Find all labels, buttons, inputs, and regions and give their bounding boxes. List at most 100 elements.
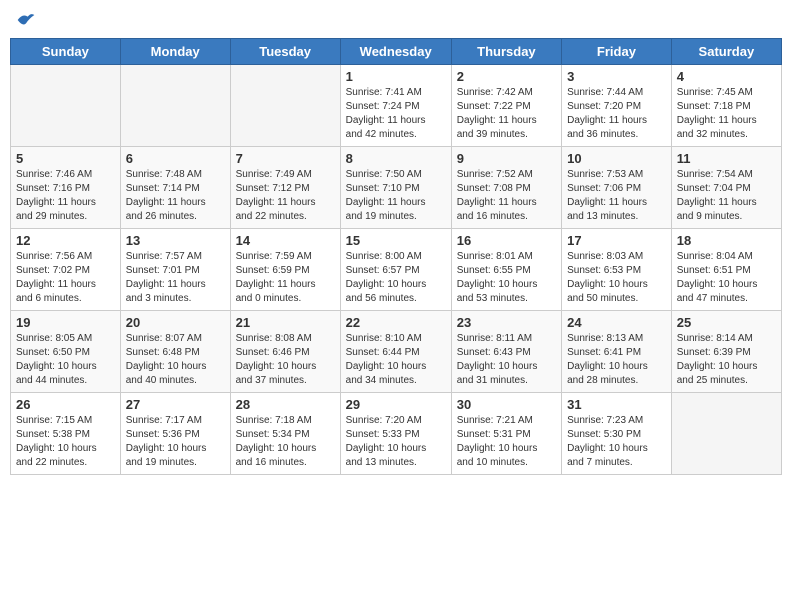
calendar-cell: 16 Sunrise: 8:01 AM Sunset: 6:55 PM Dayli… [451, 229, 561, 311]
calendar-cell: 13 Sunrise: 7:57 AM Sunset: 7:01 PM Dayli… [120, 229, 230, 311]
calendar-week-row: 26 Sunrise: 7:15 AM Sunset: 5:38 PM Dayli… [11, 393, 782, 475]
day-number: 16 [457, 233, 556, 248]
calendar-cell: 28 Sunrise: 7:18 AM Sunset: 5:34 PM Dayli… [230, 393, 340, 475]
day-number: 13 [126, 233, 225, 248]
day-number: 24 [567, 315, 666, 330]
day-info: Sunrise: 7:17 AM Sunset: 5:36 PM Dayligh… [126, 414, 225, 470]
calendar-cell: 3 Sunrise: 7:44 AM Sunset: 7:20 PM Daylig… [562, 65, 672, 147]
day-number: 23 [457, 315, 556, 330]
calendar-cell: 22Sunrise: 8:10 AM Sunset: 6:44 PM Dayli… [340, 311, 451, 393]
calendar-cell: 14 Sunrise: 7:59 AM Sunset: 6:59 PM Dayli… [230, 229, 340, 311]
day-info: Sunrise: 7:54 AM Sunset: 7:04 PM Dayligh… [677, 168, 776, 224]
day-number: 15 [346, 233, 446, 248]
day-number: 8 [346, 151, 446, 166]
day-info: Sunrise: 8:11 AM Sunset: 6:43 PM Dayligh… [457, 332, 556, 388]
day-info: Sunrise: 7:59 AM Sunset: 6:59 PM Dayligh… [236, 250, 335, 306]
day-info: Sunrise: 7:49 AM Sunset: 7:12 PM Dayligh… [236, 168, 335, 224]
day-header-friday: Friday [562, 39, 672, 65]
day-info: Sunrise: 7:48 AM Sunset: 7:14 PM Dayligh… [126, 168, 225, 224]
calendar-cell: 25 Sunrise: 8:14 AM Sunset: 6:39 PM Dayli… [671, 311, 781, 393]
day-info: Sunrise: 7:46 AM Sunset: 7:16 PM Dayligh… [16, 168, 115, 224]
day-number: 5 [16, 151, 115, 166]
calendar-cell: 1 Sunrise: 7:41 AM Sunset: 7:24 PM Daylig… [340, 65, 451, 147]
calendar-cell [120, 65, 230, 147]
day-number: 4 [677, 69, 776, 84]
calendar-cell: 12 Sunrise: 7:56 AM Sunset: 7:02 PM Dayli… [11, 229, 121, 311]
day-header-sunday: Sunday [11, 39, 121, 65]
day-number: 26 [16, 397, 115, 412]
calendar-cell: 15 Sunrise: 8:00 AM Sunset: 6:57 PM Dayli… [340, 229, 451, 311]
day-header-tuesday: Tuesday [230, 39, 340, 65]
day-info: Sunrise: 7:20 AM Sunset: 5:33 PM Dayligh… [346, 414, 446, 470]
day-number: 17 [567, 233, 666, 248]
day-info: Sunrise: 8:01 AM Sunset: 6:55 PM Dayligh… [457, 250, 556, 306]
calendar-week-row: 5 Sunrise: 7:46 AM Sunset: 7:16 PM Daylig… [11, 147, 782, 229]
calendar-cell: 30 Sunrise: 7:21 AM Sunset: 5:31 PM Dayli… [451, 393, 561, 475]
day-info: Sunrise: 7:44 AM Sunset: 7:20 PM Dayligh… [567, 86, 666, 142]
calendar-cell: 24 Sunrise: 8:13 AM Sunset: 6:41 PM Dayli… [562, 311, 672, 393]
day-info: Sunrise: 8:07 AM Sunset: 6:48 PM Dayligh… [126, 332, 225, 388]
day-number: 21 [236, 315, 335, 330]
day-number: 6 [126, 151, 225, 166]
calendar-cell [11, 65, 121, 147]
day-info: Sunrise: 8:10 AM Sunset: 6:44 PM Dayligh… [346, 332, 446, 388]
calendar-cell: 31 Sunrise: 7:23 AM Sunset: 5:30 PM Dayli… [562, 393, 672, 475]
calendar-table: SundayMondayTuesdayWednesdayThursdayFrid… [10, 38, 782, 475]
day-header-thursday: Thursday [451, 39, 561, 65]
day-number: 3 [567, 69, 666, 84]
calendar-cell: 7Sunrise: 7:49 AM Sunset: 7:12 PM Daylig… [230, 147, 340, 229]
day-info: Sunrise: 7:56 AM Sunset: 7:02 PM Dayligh… [16, 250, 115, 306]
calendar-cell: 27 Sunrise: 7:17 AM Sunset: 5:36 PM Dayli… [120, 393, 230, 475]
calendar-cell: 21Sunrise: 8:08 AM Sunset: 6:46 PM Dayli… [230, 311, 340, 393]
day-info: Sunrise: 7:50 AM Sunset: 7:10 PM Dayligh… [346, 168, 446, 224]
day-info: Sunrise: 8:00 AM Sunset: 6:57 PM Dayligh… [346, 250, 446, 306]
day-info: Sunrise: 7:41 AM Sunset: 7:24 PM Dayligh… [346, 86, 446, 142]
day-info: Sunrise: 7:57 AM Sunset: 7:01 PM Dayligh… [126, 250, 225, 306]
calendar-cell: 20Sunrise: 8:07 AM Sunset: 6:48 PM Dayli… [120, 311, 230, 393]
day-number: 11 [677, 151, 776, 166]
calendar-cell: 6 Sunrise: 7:48 AM Sunset: 7:14 PM Daylig… [120, 147, 230, 229]
day-info: Sunrise: 7:42 AM Sunset: 7:22 PM Dayligh… [457, 86, 556, 142]
day-number: 27 [126, 397, 225, 412]
logo-bird-icon [16, 10, 36, 30]
day-number: 14 [236, 233, 335, 248]
day-number: 18 [677, 233, 776, 248]
day-info: Sunrise: 7:18 AM Sunset: 5:34 PM Dayligh… [236, 414, 335, 470]
day-number: 30 [457, 397, 556, 412]
day-number: 1 [346, 69, 446, 84]
day-info: Sunrise: 7:53 AM Sunset: 7:06 PM Dayligh… [567, 168, 666, 224]
calendar-header-row: SundayMondayTuesdayWednesdayThursdayFrid… [11, 39, 782, 65]
calendar-week-row: 19Sunrise: 8:05 AM Sunset: 6:50 PM Dayli… [11, 311, 782, 393]
calendar-cell: 29Sunrise: 7:20 AM Sunset: 5:33 PM Dayli… [340, 393, 451, 475]
calendar-week-row: 12 Sunrise: 7:56 AM Sunset: 7:02 PM Dayli… [11, 229, 782, 311]
calendar-cell: 19Sunrise: 8:05 AM Sunset: 6:50 PM Dayli… [11, 311, 121, 393]
day-info: Sunrise: 7:23 AM Sunset: 5:30 PM Dayligh… [567, 414, 666, 470]
calendar-cell: 11 Sunrise: 7:54 AM Sunset: 7:04 PM Dayli… [671, 147, 781, 229]
calendar-cell: 8 Sunrise: 7:50 AM Sunset: 7:10 PM Daylig… [340, 147, 451, 229]
day-number: 28 [236, 397, 335, 412]
day-number: 19 [16, 315, 115, 330]
calendar-cell: 2 Sunrise: 7:42 AM Sunset: 7:22 PM Daylig… [451, 65, 561, 147]
day-header-monday: Monday [120, 39, 230, 65]
day-number: 10 [567, 151, 666, 166]
calendar-cell: 4 Sunrise: 7:45 AM Sunset: 7:18 PM Daylig… [671, 65, 781, 147]
day-info: Sunrise: 8:14 AM Sunset: 6:39 PM Dayligh… [677, 332, 776, 388]
day-info: Sunrise: 7:21 AM Sunset: 5:31 PM Dayligh… [457, 414, 556, 470]
day-number: 12 [16, 233, 115, 248]
day-info: Sunrise: 8:03 AM Sunset: 6:53 PM Dayligh… [567, 250, 666, 306]
page-header [10, 10, 782, 30]
day-info: Sunrise: 7:52 AM Sunset: 7:08 PM Dayligh… [457, 168, 556, 224]
calendar-cell: 17 Sunrise: 8:03 AM Sunset: 6:53 PM Dayli… [562, 229, 672, 311]
calendar-week-row: 1 Sunrise: 7:41 AM Sunset: 7:24 PM Daylig… [11, 65, 782, 147]
calendar-cell: 5 Sunrise: 7:46 AM Sunset: 7:16 PM Daylig… [11, 147, 121, 229]
calendar-cell [230, 65, 340, 147]
day-info: Sunrise: 7:45 AM Sunset: 7:18 PM Dayligh… [677, 86, 776, 142]
day-info: Sunrise: 7:15 AM Sunset: 5:38 PM Dayligh… [16, 414, 115, 470]
day-header-saturday: Saturday [671, 39, 781, 65]
calendar-cell [671, 393, 781, 475]
day-number: 2 [457, 69, 556, 84]
calendar-cell: 26 Sunrise: 7:15 AM Sunset: 5:38 PM Dayli… [11, 393, 121, 475]
day-number: 25 [677, 315, 776, 330]
day-number: 31 [567, 397, 666, 412]
day-info: Sunrise: 8:13 AM Sunset: 6:41 PM Dayligh… [567, 332, 666, 388]
